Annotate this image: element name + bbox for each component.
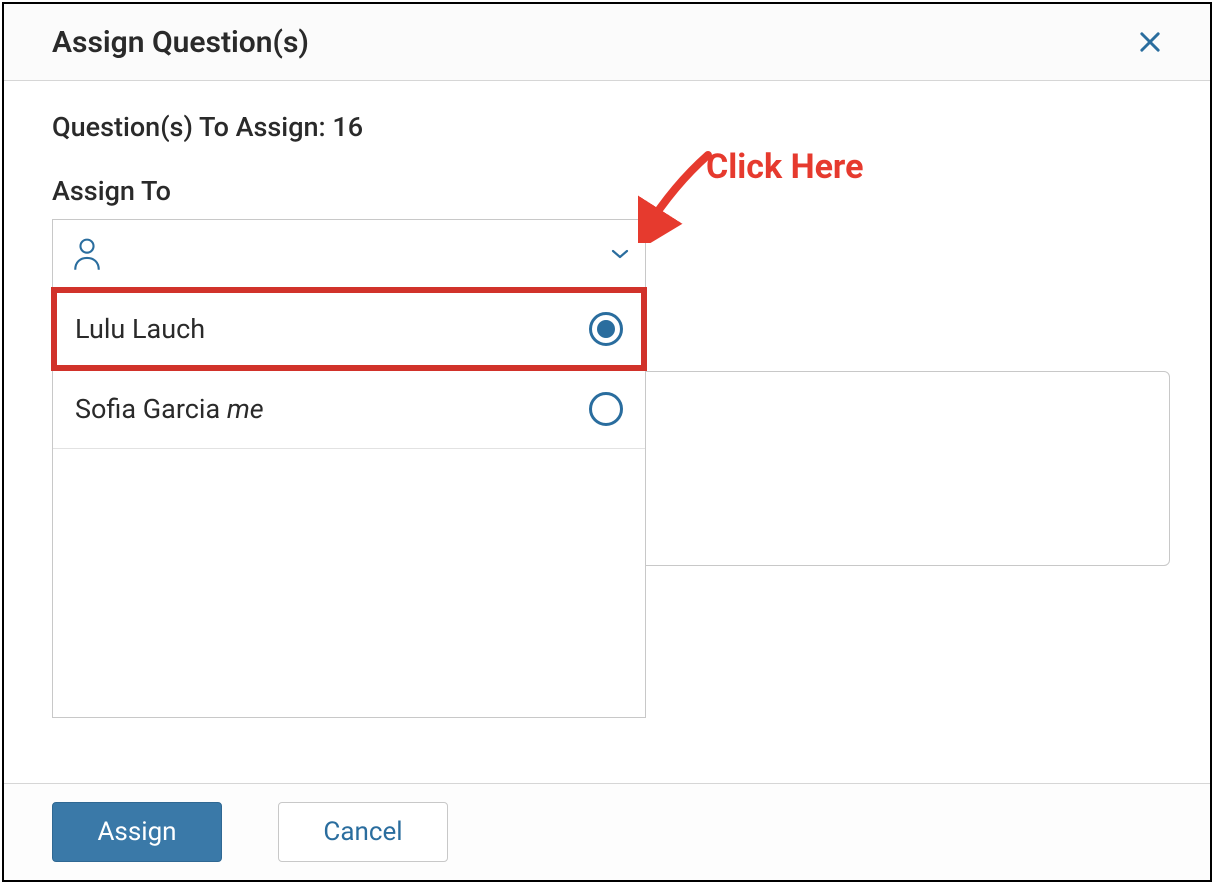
dropdown-empty-area — [53, 449, 645, 717]
assign-button[interactable]: Assign — [52, 802, 222, 862]
modal-body: Question(s) To Assign: 16 Assign To Lulu… — [4, 81, 1210, 783]
modal-header: Assign Question(s) — [4, 4, 1210, 81]
assign-to-dropdown: Lulu Lauch Sofia Garcia me — [52, 219, 646, 289]
cancel-button[interactable]: Cancel — [278, 802, 448, 862]
dropdown-list: Lulu Lauch Sofia Garcia me — [52, 289, 646, 718]
option-name: Lulu Lauch — [75, 313, 205, 345]
option-name: Sofia Garcia me — [75, 393, 264, 425]
close-icon — [1136, 28, 1164, 56]
radio-selected-icon — [589, 312, 623, 346]
chevron-down-icon — [611, 248, 629, 260]
close-button[interactable] — [1132, 24, 1168, 60]
person-icon — [71, 237, 103, 271]
dropdown-option-sofia-garcia[interactable]: Sofia Garcia me — [53, 369, 645, 449]
dropdown-option-lulu-lauch[interactable]: Lulu Lauch — [53, 289, 645, 369]
radio-unselected-icon — [589, 392, 623, 426]
questions-to-assign-label: Question(s) To Assign: 16 — [52, 111, 1162, 143]
modal-footer: Assign Cancel — [4, 783, 1210, 880]
assign-modal: Assign Question(s) Question(s) To Assign… — [2, 2, 1212, 882]
assign-to-label: Assign To — [52, 175, 1162, 207]
modal-title: Assign Question(s) — [52, 25, 309, 60]
dropdown-trigger[interactable] — [52, 219, 646, 289]
